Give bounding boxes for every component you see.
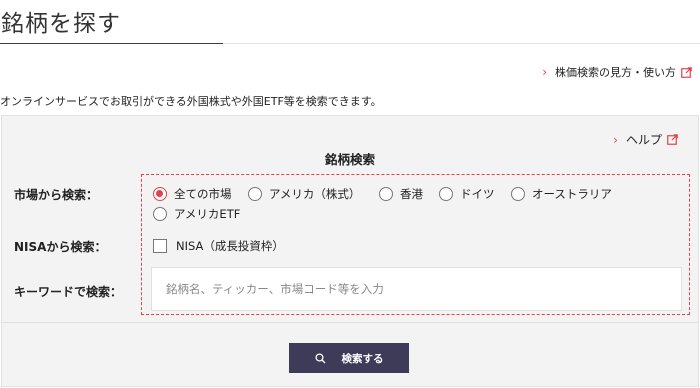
radio-button[interactable] bbox=[379, 187, 393, 201]
radio-label: ドイツ bbox=[460, 187, 495, 201]
radio-market-hongkong[interactable]: 香港 bbox=[379, 186, 423, 202]
help-link-label: ヘルプ bbox=[625, 133, 662, 147]
chevron-right-icon: › bbox=[613, 132, 618, 147]
page-description: オンラインサービスでお取引ができる外国株式や外国ETF等を検索できます。 bbox=[0, 95, 382, 108]
checkbox-label: NISA（成長投資枠） bbox=[176, 239, 284, 253]
search-button-label: 検索する bbox=[341, 352, 384, 365]
radio-market-us-stocks[interactable]: アメリカ（株式） bbox=[248, 186, 360, 202]
radio-button[interactable] bbox=[153, 207, 167, 221]
radio-market-all[interactable]: 全ての市場 bbox=[153, 186, 232, 202]
radio-button[interactable] bbox=[248, 187, 262, 201]
page-title: 銘柄を探す bbox=[1, 11, 121, 37]
radio-button[interactable] bbox=[511, 187, 525, 201]
external-link-icon bbox=[667, 134, 678, 145]
panel-title: 銘柄検索 bbox=[324, 152, 375, 167]
radio-label: 全ての市場 bbox=[174, 187, 232, 201]
radio-label: オーストラリア bbox=[532, 187, 612, 201]
radio-label: 香港 bbox=[400, 187, 423, 201]
nisa-growth-checkbox[interactable]: NISA（成長投資枠） bbox=[153, 238, 284, 254]
search-icon bbox=[314, 352, 326, 364]
nisa-search-label: NISAから検索： bbox=[14, 240, 107, 254]
guide-link[interactable]: › 株価検索の見方・使い方 bbox=[542, 64, 692, 80]
market-search-label: 市場から検索： bbox=[14, 188, 99, 202]
external-link-icon bbox=[681, 66, 692, 78]
chevron-right-icon: › bbox=[542, 65, 547, 79]
radio-label: アメリカETF bbox=[174, 207, 241, 221]
radio-market-us-etf[interactable]: アメリカETF bbox=[153, 206, 240, 222]
checkbox[interactable] bbox=[153, 239, 167, 253]
keyword-search-input[interactable] bbox=[151, 267, 682, 311]
radio-label: アメリカ（株式） bbox=[269, 187, 361, 201]
title-underline bbox=[0, 43, 223, 44]
radio-market-germany[interactable]: ドイツ bbox=[439, 186, 495, 202]
keyword-search-label: キーワードで検索： bbox=[14, 285, 123, 299]
guide-link-label: 株価検索の見方・使い方 bbox=[555, 66, 676, 79]
radio-market-australia[interactable]: オーストラリア bbox=[511, 186, 612, 202]
search-button[interactable]: 検索する bbox=[289, 343, 409, 373]
panel-divider bbox=[1, 322, 699, 323]
help-link[interactable]: › ヘルプ bbox=[613, 131, 678, 148]
radio-button-checked[interactable] bbox=[153, 187, 167, 201]
radio-button[interactable] bbox=[439, 187, 453, 201]
